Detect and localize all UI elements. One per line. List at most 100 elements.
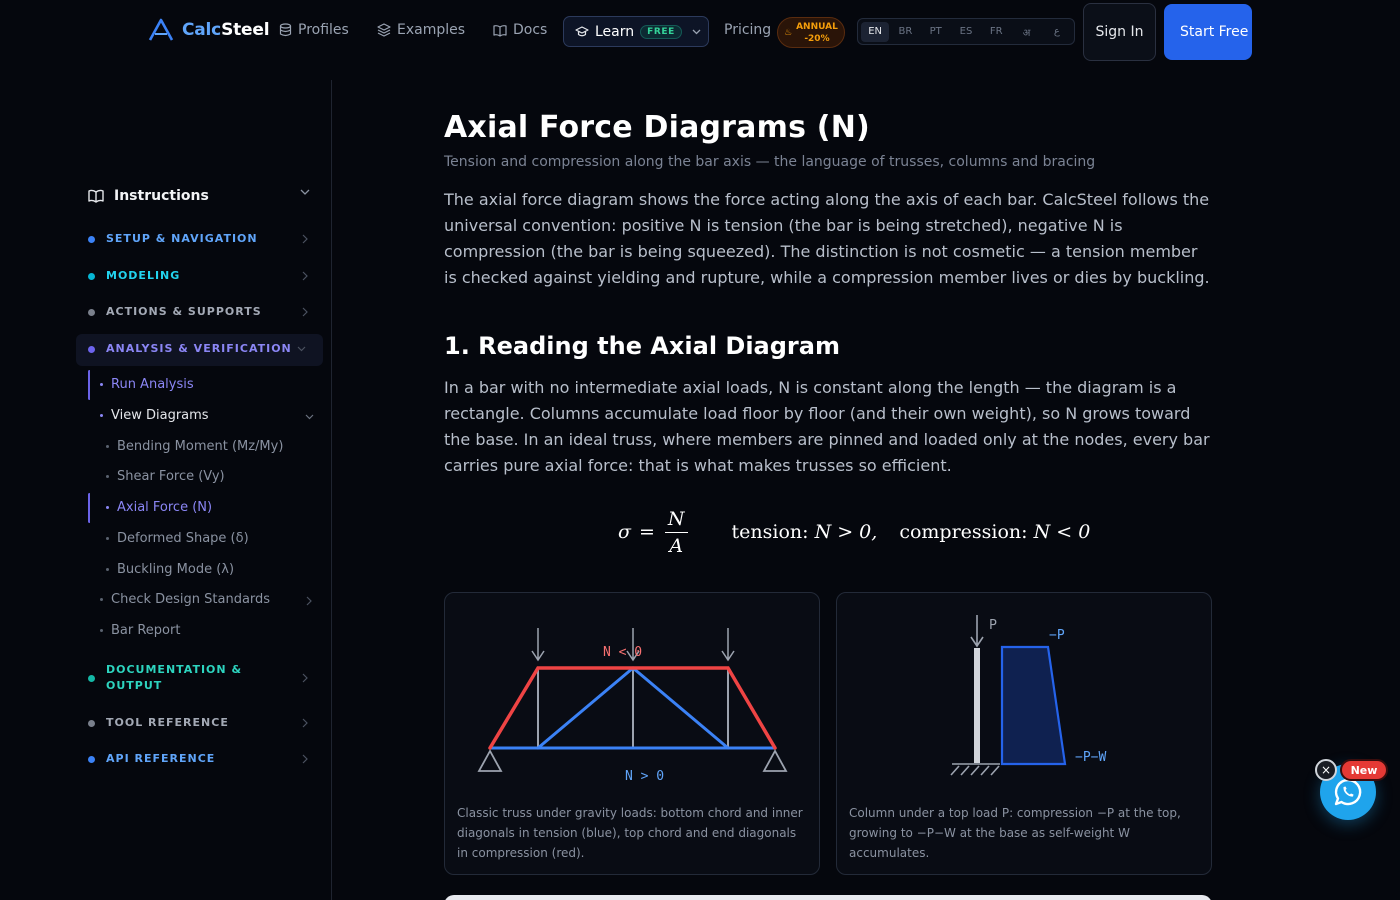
item-bullet — [106, 506, 109, 509]
section-paragraph: In a bar with no intermediate axial load… — [444, 378, 1210, 475]
brand-logo-link[interactable]: CalcSteel — [148, 18, 270, 42]
truss-top-label: N < 0 — [603, 645, 642, 660]
item-label: Bar Report — [111, 623, 181, 638]
section-dot — [88, 719, 95, 727]
sign-in-button[interactable]: Sign In — [1083, 3, 1156, 61]
sidebar-item-run-analysis[interactable]: Run Analysis — [100, 377, 194, 392]
item-bullet — [106, 568, 109, 571]
chevron-right-icon — [302, 754, 308, 764]
column-diagram: P −P −P−W — [950, 615, 1106, 776]
item-bullet — [106, 445, 109, 448]
formula-sigma: σ — [618, 521, 631, 543]
free-badge: FREE — [640, 24, 682, 39]
stress-formula: σ = N A tension: N > 0, compression: N <… — [618, 504, 1090, 560]
active-item-indicator — [88, 370, 91, 400]
item-bullet — [106, 537, 109, 540]
sidebar-section-analysis[interactable]: ANALYSIS & VERIFICATION — [88, 341, 310, 357]
sidebar-section-tool-reference[interactable]: TOOL REFERENCE — [88, 715, 310, 731]
chevron-right-icon — [302, 673, 308, 683]
sidebar-item-check-design[interactable]: Check Design Standards — [100, 592, 314, 607]
formula-fraction: N A — [664, 508, 688, 557]
sidebar-item-buckling-mode[interactable]: Buckling Mode (λ) — [106, 562, 234, 577]
item-bullet — [100, 414, 103, 417]
discount-line: -20% — [804, 33, 830, 44]
lang-option-en[interactable]: EN — [861, 21, 890, 42]
section-label: DOCUMENTATION & OUTPUT — [106, 663, 243, 692]
sidebar-section-setup[interactable]: SETUP & NAVIGATION — [88, 231, 310, 247]
sidebar-section-actions[interactable]: ACTIONS & SUPPORTS — [88, 304, 310, 320]
learn-label: Learn — [595, 23, 635, 40]
calcsteel-logo-icon — [148, 18, 174, 41]
chevron-right-icon — [306, 596, 312, 606]
sidebar-section-api-reference[interactable]: API REFERENCE — [88, 751, 310, 767]
item-bullet — [100, 598, 103, 601]
sidebar-item-bar-report[interactable]: Bar Report — [100, 623, 180, 638]
sidebar-item-deformed-shape[interactable]: Deformed Shape (δ) — [106, 531, 249, 546]
graduation-cap-icon — [575, 25, 589, 36]
book-icon — [493, 24, 507, 37]
section-label: SETUP & NAVIGATION — [106, 232, 258, 245]
formula-tension-label: tension: — [731, 521, 809, 543]
nav-link-label: Profiles — [298, 22, 349, 38]
annual-discount-text: ANNUAL -20% — [796, 21, 838, 45]
sidebar-item-bending-moment[interactable]: Bending Moment (Mz/My) — [106, 439, 283, 454]
lang-option-hi[interactable]: अ — [1012, 22, 1040, 42]
top-navbar: CalcSteel Profiles Examples Docs Learn F… — [0, 0, 1400, 64]
sidebar-item-axial-force[interactable]: Axial Force (N) — [106, 500, 212, 515]
section-dot — [88, 345, 95, 353]
nav-link-docs[interactable]: Docs — [493, 22, 547, 38]
column-top-label: −P — [1049, 628, 1065, 643]
formula-numerator: N — [664, 508, 688, 533]
truss-verticals — [537, 668, 729, 748]
section-dot — [88, 235, 95, 243]
lang-option-es[interactable]: ES — [952, 22, 980, 42]
chevron-down-icon — [305, 414, 314, 420]
sidebar-section-documentation[interactable]: DOCUMENTATION & OUTPUT — [88, 662, 310, 694]
start-free-button[interactable]: Start Free — [1164, 4, 1252, 60]
annual-line: ANNUAL — [796, 21, 838, 32]
instructions-header[interactable]: Instructions — [88, 186, 310, 206]
nav-link-examples[interactable]: Examples — [377, 22, 465, 38]
section-label: API REFERENCE — [106, 752, 216, 765]
section-dot — [88, 308, 95, 316]
chevron-right-icon — [302, 718, 308, 728]
item-label: Deformed Shape (δ) — [117, 531, 249, 546]
language-switcher: EN BR PT ES FR अ ع — [857, 18, 1075, 45]
truss-supports — [477, 749, 788, 772]
column-load-label: P — [989, 618, 997, 633]
section-label: ANALYSIS & VERIFICATION — [106, 342, 292, 355]
section-dot — [88, 272, 95, 280]
section-heading: 1. Reading the Axial Diagram — [444, 332, 840, 360]
database-icon — [279, 23, 292, 37]
column-caption: Column under a top load P: compression −… — [849, 806, 1181, 860]
truss-caption: Classic truss under gravity loads: botto… — [457, 806, 803, 860]
sidebar-item-shear-force[interactable]: Shear Force (Vy) — [106, 469, 225, 484]
new-badge: New — [1340, 759, 1388, 781]
sidebar-item-view-diagrams[interactable]: View Diagrams — [100, 408, 314, 423]
active-item-indicator — [88, 493, 91, 523]
brand-name: CalcSteel — [182, 20, 270, 40]
sidebar-section-modeling[interactable]: MODELING — [88, 268, 310, 284]
nav-link-profiles[interactable]: Profiles — [279, 22, 349, 38]
formula-denominator: A — [669, 534, 684, 557]
nav-link-pricing[interactable]: Pricing — [724, 22, 771, 38]
close-chat-button[interactable]: × — [1315, 759, 1337, 781]
item-label: Check Design Standards — [111, 592, 271, 607]
lang-option-fr[interactable]: FR — [982, 22, 1010, 42]
lang-option-br[interactable]: BR — [891, 22, 919, 42]
item-label: Shear Force (Vy) — [117, 469, 225, 484]
item-bullet — [100, 629, 103, 632]
lang-option-ar[interactable]: ع — [1043, 22, 1071, 42]
chevron-down-icon — [300, 189, 310, 195]
column-base-support — [950, 763, 1000, 776]
column-member — [974, 648, 980, 763]
section-label: TOOL REFERENCE — [106, 716, 229, 729]
truss-diagram: N < 0 N > 0 — [477, 628, 788, 784]
learn-menu-button[interactable]: Learn FREE — [563, 16, 709, 47]
layers-icon — [377, 23, 391, 37]
axial-diagram-area — [1000, 645, 1067, 766]
chevron-down-icon — [692, 29, 701, 34]
formula-compression-label: compression: — [899, 521, 1028, 543]
column-load-arrow — [970, 615, 984, 648]
lang-option-pt[interactable]: PT — [922, 22, 950, 42]
